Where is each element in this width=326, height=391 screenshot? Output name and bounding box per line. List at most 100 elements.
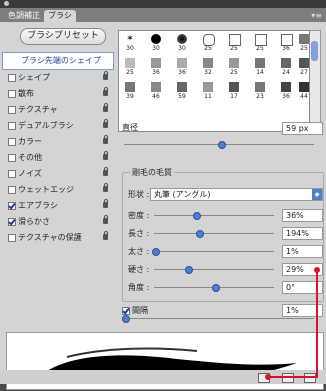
list-item-shape-dynamics[interactable]: シェイプ (2, 70, 114, 86)
thickness-slider-knob[interactable] (152, 248, 160, 256)
checkbox[interactable] (8, 137, 16, 146)
lock-icon[interactable] (103, 103, 108, 112)
brush-tip-cell[interactable]: 25 (199, 33, 217, 53)
thickness-slider-track[interactable] (154, 251, 274, 252)
checkbox[interactable] (8, 185, 16, 194)
texture-brush-icon (125, 58, 135, 68)
leaf-brush-icon (177, 82, 187, 92)
lock-icon[interactable] (103, 167, 108, 176)
texture-brush-icon (177, 58, 187, 68)
list-item-noise[interactable]: ノイズ (2, 166, 114, 182)
brush-icon (299, 34, 309, 44)
brush-tip-cell[interactable]: 17 (225, 81, 243, 101)
lock-icon[interactable] (103, 87, 108, 96)
shape-select[interactable]: 丸筆 (アングル) ◆ (150, 188, 323, 201)
brush-tip-cell[interactable]: 46 (147, 81, 165, 101)
brush-tip-cell[interactable]: 36 (173, 57, 191, 77)
brush-tip-cell[interactable]: 32 (199, 57, 217, 77)
texture-brush-icon (203, 58, 213, 68)
lock-icon[interactable] (103, 151, 108, 160)
checkbox[interactable] (8, 121, 16, 130)
list-item-airbrush[interactable]: エアブラシ (2, 198, 114, 214)
density-slider-track[interactable] (154, 215, 274, 216)
lock-icon[interactable] (103, 71, 108, 80)
lock-icon[interactable] (103, 231, 108, 240)
brush-icon (299, 82, 309, 92)
brush-tip-cell[interactable]: 39 (121, 81, 139, 101)
length-slider-track[interactable] (154, 233, 274, 234)
new-preset-icon[interactable] (282, 373, 294, 383)
list-item-texture[interactable]: テクスチャ (2, 102, 114, 118)
list-item-color[interactable]: カラー (2, 134, 114, 150)
panel-menu-icon[interactable]: ▾≡ (311, 11, 322, 20)
density-field[interactable]: 36% (282, 209, 323, 222)
list-item-brush-tip-shape[interactable]: ブラシ先端のシェイプ (2, 52, 114, 70)
dropdown-arrow-icon[interactable]: ◆ (312, 189, 322, 200)
brush-grid-scrollbar[interactable] (310, 30, 321, 132)
checkbox[interactable] (8, 73, 16, 82)
brush-tip-cell[interactable]: 24 (277, 57, 295, 77)
brush-tip-cell[interactable]: 36 (277, 81, 295, 101)
brush-tip-cell[interactable]: 25 (251, 33, 269, 53)
stiffness-slider-track[interactable] (154, 269, 274, 270)
lock-icon[interactable] (103, 183, 108, 192)
list-item-dual-brush[interactable]: デュアルブラシ (2, 118, 114, 134)
brush-tip-cell[interactable]: ✶ 30 (121, 33, 139, 53)
leaf-brush-icon (229, 82, 239, 92)
checkbox[interactable] (8, 169, 16, 178)
brush-tip-cell[interactable]: 25 (225, 57, 243, 77)
delete-icon[interactable] (304, 373, 316, 383)
lock-icon[interactable] (103, 199, 108, 208)
checkbox-checked[interactable] (8, 201, 16, 210)
close-dot-icon[interactable] (4, 1, 9, 6)
diameter-field[interactable]: 59 px (282, 122, 323, 135)
angle-slider-knob[interactable] (212, 284, 220, 292)
list-item-scattering[interactable]: 散布 (2, 86, 114, 102)
stiffness-label: 硬さ : (128, 265, 150, 274)
lock-icon[interactable] (103, 119, 108, 128)
length-field[interactable]: 194% (282, 227, 323, 240)
spacing-slider-knob[interactable] (122, 315, 130, 323)
checkbox-checked[interactable] (8, 217, 16, 226)
checkbox[interactable] (8, 153, 16, 162)
brush-tip-cell[interactable]: 36 (277, 33, 295, 53)
diameter-slider-knob[interactable] (218, 141, 226, 149)
leaf-brush-icon (255, 82, 265, 92)
density-slider-knob[interactable] (193, 212, 201, 220)
brush-settings-list: ブラシ先端のシェイプ シェイプ 散布 テクスチャ デュアルブラシ カラー その他… (2, 52, 114, 246)
brush-tip-cell[interactable]: 25 (121, 57, 139, 77)
spacing-slider-track[interactable] (124, 318, 314, 319)
spacing-checkbox[interactable] (122, 306, 130, 315)
length-label: 長さ : (128, 229, 150, 238)
brush-tip-cell[interactable]: 36 (147, 57, 165, 77)
texture-brush-icon (151, 58, 161, 68)
tab-adjustments[interactable]: 色調補正 (4, 10, 44, 22)
checkbox[interactable] (8, 105, 16, 114)
brush-presets-button[interactable]: ブラシプリセット (20, 28, 106, 45)
thickness-label: 太さ : (128, 247, 150, 256)
brush-tip-cell[interactable]: 25 (225, 33, 243, 53)
checkbox[interactable] (8, 233, 16, 242)
stiffness-slider-knob[interactable] (185, 266, 193, 274)
scroll-thumb[interactable] (311, 41, 318, 61)
spacing-label: 間隔 (132, 306, 148, 315)
list-item-wet-edges[interactable]: ウェットエッジ (2, 182, 114, 198)
length-slider-knob[interactable] (196, 230, 204, 238)
brush-tip-cell[interactable]: 30 (147, 33, 165, 53)
checkbox[interactable] (8, 89, 16, 98)
tab-brush[interactable]: ブラシ (44, 10, 76, 22)
brush-tip-cell[interactable]: 59 (173, 81, 191, 101)
soft-round-brush-icon (177, 34, 187, 44)
lock-icon[interactable] (103, 135, 108, 144)
brush-tip-cell[interactable]: 14 (251, 57, 269, 77)
list-item-other[interactable]: その他 (2, 150, 114, 166)
brush-tip-cell[interactable]: 23 (251, 81, 269, 101)
thickness-field[interactable]: 1% (282, 245, 323, 258)
brush-icon (299, 58, 309, 68)
lock-icon[interactable] (103, 215, 108, 224)
list-item-smoothing[interactable]: 滑らかさ (2, 214, 114, 230)
diameter-label: 直径 (122, 123, 138, 132)
list-item-protect-texture[interactable]: テクスチャの保護 (2, 230, 114, 246)
brush-tip-cell[interactable]: 11 (199, 81, 217, 101)
brush-tip-cell[interactable]: 30 (173, 33, 191, 53)
